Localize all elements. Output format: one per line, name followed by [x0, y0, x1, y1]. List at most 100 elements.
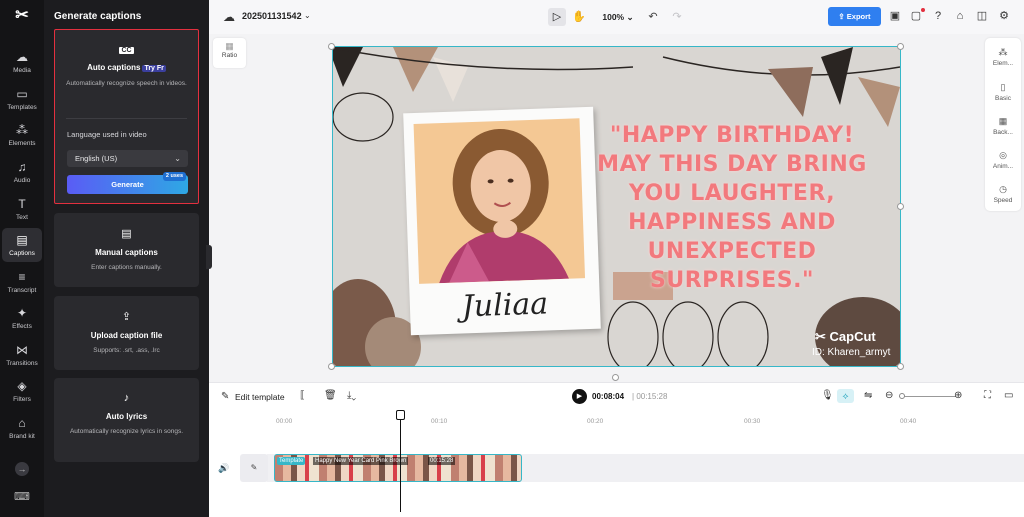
tool-icon: ▯ [1000, 82, 1006, 92]
playhead-handle[interactable] [396, 410, 405, 420]
download-icon[interactable]: ⤓⌄ [347, 390, 356, 401]
edit-template-button[interactable]: Edit template [235, 392, 285, 402]
ruler-label: 00:40 [900, 418, 917, 425]
auto-lyrics-title: Auto lyrics [105, 412, 148, 421]
upload-caption-card[interactable]: ⇪ Upload caption file Supports: .srt, .a… [54, 296, 199, 370]
nav-item-brand-kit[interactable]: ⌂ Brand kit [2, 411, 42, 445]
delete-icon[interactable]: 🗑 [324, 390, 337, 401]
export-button[interactable]: ⇪ Export [828, 7, 881, 26]
nav-item-elements[interactable]: ⁂ Elements [2, 118, 42, 152]
rotate-handle[interactable] [612, 374, 619, 381]
ratio-button[interactable]: ▦ Ratio [213, 38, 246, 68]
chevron-down-icon[interactable]: ⌄ [304, 11, 311, 20]
present-icon[interactable]: ▣ [888, 9, 902, 23]
tool-label: Anim... [992, 163, 1014, 170]
tool-icon: ◷ [999, 184, 1007, 194]
selection-frame [332, 46, 901, 367]
manual-captions-card[interactable]: ▤ Manual captions Enter captions manuall… [54, 213, 199, 287]
screen-icon[interactable]: ▭ [1004, 390, 1013, 401]
edit-template-icon[interactable]: ✎ [221, 391, 229, 402]
captions-icon: ▤ [16, 232, 28, 247]
speaker-icon[interactable]: 🔊 [218, 463, 229, 474]
ruler-label: 00:20 [587, 418, 604, 425]
transcript-icon: ≡ [18, 269, 26, 284]
magnet-icon[interactable]: ⟡ [837, 389, 854, 403]
notification-icon[interactable]: ▢ [909, 8, 925, 23]
nav-item-transcript[interactable]: ≡ Transcript [2, 265, 42, 299]
zoom-in-icon[interactable]: ⊕ [954, 390, 962, 401]
nav-item-label: Transcript [7, 286, 37, 294]
tool-label: Back... [993, 129, 1013, 136]
auto-lyrics-card[interactable]: ♪ Auto lyrics Automatically recognize ly… [54, 378, 199, 462]
right-tool-2[interactable]: ▦ Back... [985, 116, 1021, 136]
resize-handle[interactable] [897, 43, 904, 50]
store-icon[interactable]: ⌂ [953, 9, 967, 23]
tool-label: Speed [993, 197, 1013, 204]
nav-item-audio[interactable]: ♫ Audio [2, 155, 42, 189]
undo-icon[interactable]: ↶ [646, 8, 660, 26]
auto-lyrics-desc: Automatically recognize lyrics in songs. [69, 428, 184, 435]
microphone-icon[interactable]: 🎙 [821, 390, 834, 401]
settings-icon[interactable]: ⚙ [997, 9, 1011, 23]
project-name[interactable]: 202501131542 [242, 11, 302, 21]
resize-handle[interactable] [897, 363, 904, 370]
brand-kit-icon: ⌂ [18, 415, 26, 430]
zoom-out-icon[interactable]: ⊖ [885, 390, 893, 401]
language-select[interactable]: English (US) ⌄ [67, 150, 188, 167]
panel-title: Generate captions [54, 11, 142, 22]
text-icon: T [18, 196, 26, 211]
right-tool-4[interactable]: ◷ Speed [985, 184, 1021, 204]
fullscreen-icon[interactable]: ⛶ [984, 390, 991, 401]
right-tool-3[interactable]: ◎ Anim... [985, 150, 1021, 170]
hand-tool-icon[interactable]: ✋ [571, 8, 587, 26]
chevron-down-icon: ⌄ [174, 154, 181, 163]
ruler-label: 00:10 [431, 418, 448, 425]
nav-item-label: Elements [8, 139, 36, 147]
lyrics-icon: ♪ [123, 392, 130, 404]
nav-item-text[interactable]: T Text [2, 192, 42, 226]
keyboard-icon[interactable]: ⌨ [14, 491, 30, 503]
edit-track-icon[interactable]: ✎ [240, 454, 268, 482]
play-button[interactable]: ▶ [572, 389, 587, 404]
nav-item-label: Audio [13, 176, 31, 184]
capcut-logo-icon[interactable]: ✂ [12, 6, 32, 26]
closed-captions-icon: CC [119, 47, 134, 54]
resize-handle[interactable] [897, 203, 904, 210]
expand-icon[interactable]: → [15, 462, 29, 476]
resize-handle[interactable] [328, 363, 335, 370]
resize-handle[interactable] [328, 43, 335, 50]
zoom-dropdown[interactable]: 100% ⌄ [598, 8, 638, 26]
nav-item-effects[interactable]: ✦ Effects [2, 301, 42, 335]
divider [66, 118, 187, 119]
link-icon[interactable]: ⇋ [864, 390, 872, 401]
zoom-slider-knob[interactable] [899, 393, 905, 399]
nav-item-captions[interactable]: ▤ Captions [2, 228, 42, 262]
nav-item-label: Text [16, 213, 28, 221]
nav-item-filters[interactable]: ◈ Filters [2, 374, 42, 408]
split-icon[interactable]: ⟦ [300, 390, 305, 401]
panel-collapse-handle[interactable] [206, 245, 212, 269]
upload-icon: ⇪ [121, 311, 132, 323]
total-time: | 00:15:28 [632, 392, 668, 401]
template-clip[interactable]: Template Happy New Year Card Pink Brown … [274, 454, 522, 482]
nav-item-templates[interactable]: ▭ Templates [2, 82, 42, 116]
elements-icon: ⁂ [16, 122, 28, 137]
playhead[interactable] [400, 412, 401, 512]
right-tool-0[interactable]: ⁂ Elem... [985, 47, 1021, 67]
timeline[interactable]: 00:00 00:10 00:20 00:30 00:40 🔊 ✎ Templa… [209, 408, 1024, 517]
nav-item-transitions[interactable]: ⋈ Transitions [2, 338, 42, 372]
nav-item-label: Templates [7, 103, 37, 111]
nav-item-media[interactable]: ☁ Media [2, 45, 42, 79]
nav-item-label: Transitions [6, 359, 38, 367]
caption-icon: ▤ [121, 228, 132, 240]
auto-captions-title: Auto captions Try Fr [87, 63, 166, 72]
help-icon[interactable]: ? [931, 9, 945, 23]
upload-caption-desc: Supports: .srt, .ass, .lrc [93, 347, 160, 354]
right-tool-1[interactable]: ▯ Basic [985, 82, 1021, 102]
generate-button[interactable]: Generate 2 uses [67, 172, 188, 194]
timeline-toolbar: ✎ Edit template ⟦ 🗑 ⤓⌄ ▶ 00:08:04 | 00:1… [209, 382, 1024, 408]
select-tool-icon[interactable]: ▷ [548, 8, 566, 26]
layout-icon[interactable]: ◫ [975, 9, 989, 23]
zoom-slider[interactable] [899, 396, 956, 397]
redo-icon[interactable]: ↷ [670, 8, 684, 26]
